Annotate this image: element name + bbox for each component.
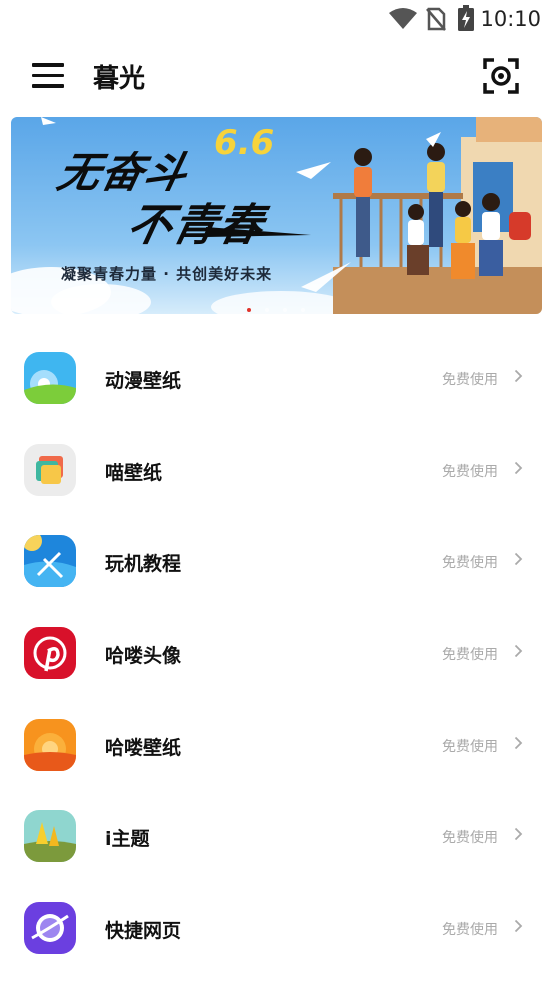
list-item[interactable]: 快捷网页 免费使用 xyxy=(0,882,553,974)
item-name: 玩机教程 xyxy=(105,553,182,576)
item-action: 免费使用 xyxy=(442,647,498,664)
chevron-right-icon xyxy=(514,553,523,566)
pinterest-icon xyxy=(24,627,76,680)
list-item[interactable]: 动漫壁纸 免费使用 xyxy=(0,332,553,424)
wifi-icon xyxy=(389,8,417,29)
carousel-dot xyxy=(301,308,305,312)
carousel-dot xyxy=(265,308,269,312)
list-item[interactable]: i主题 免费使用 xyxy=(0,790,553,882)
scan-icon[interactable] xyxy=(483,58,519,94)
status-bar: 10:10 xyxy=(0,0,553,38)
hamburger-menu-icon[interactable] xyxy=(32,63,64,89)
page-title: 暮光 xyxy=(93,64,146,94)
chevron-right-icon xyxy=(514,644,523,658)
item-action: 免费使用 xyxy=(442,372,498,388)
carousel-dot xyxy=(283,308,287,312)
app-bar: 暮光 xyxy=(0,38,553,116)
item-name: 喵壁纸 xyxy=(105,461,163,484)
list-item[interactable]: 哈喽头像 免费使用 xyxy=(0,607,553,699)
planet-browser-icon xyxy=(24,902,76,955)
item-name: i主题 xyxy=(105,828,150,851)
stacked-cards-icon xyxy=(24,443,76,496)
list-item[interactable]: 哈喽壁纸 免费使用 xyxy=(0,699,553,791)
carousel-indicator xyxy=(247,297,319,314)
no-sim-icon xyxy=(426,7,446,31)
item-name: 动漫壁纸 xyxy=(105,370,182,392)
sunset-icon xyxy=(24,718,76,771)
item-action: 免费使用 xyxy=(442,463,498,480)
app-tools-icon xyxy=(24,535,76,588)
item-action: 免费使用 xyxy=(442,555,498,572)
sky-landscape-icon xyxy=(24,352,76,404)
chevron-right-icon xyxy=(514,461,523,474)
item-action: 免费使用 xyxy=(442,922,498,939)
battery-charging-icon xyxy=(458,5,474,31)
item-name: 哈喽头像 xyxy=(105,645,182,668)
item-name: 快捷网页 xyxy=(105,920,182,943)
trees-landscape-icon xyxy=(24,810,76,863)
item-name: 哈喽壁纸 xyxy=(105,736,182,759)
list-item[interactable]: 玩机教程 免费使用 xyxy=(0,515,553,607)
banner-subtitle: 凝聚青春力量 · 共创美好未来 xyxy=(61,265,273,283)
banner-date-mark: 6.6 xyxy=(214,123,275,163)
list-item[interactable]: 喵壁纸 免费使用 xyxy=(0,424,553,516)
carousel-dot-active xyxy=(247,308,251,312)
item-action: 免费使用 xyxy=(442,738,498,755)
banner-slogan-line2: 不青春 xyxy=(122,200,269,251)
promo-banner[interactable]: 6.6 无奋斗 不青春 凝聚青春力量 · 共创美好未来 xyxy=(11,117,542,314)
chevron-right-icon xyxy=(514,736,523,749)
status-time: 10:10 xyxy=(480,7,541,31)
app-list: 动漫壁纸 免费使用 喵壁纸 免费使用 玩机教程 免费使用 哈喽头像 免费使用 哈… xyxy=(0,332,553,974)
chevron-right-icon xyxy=(514,369,523,383)
chevron-right-icon xyxy=(514,919,523,933)
item-action: 免费使用 xyxy=(442,830,498,847)
chevron-right-icon xyxy=(514,828,523,841)
